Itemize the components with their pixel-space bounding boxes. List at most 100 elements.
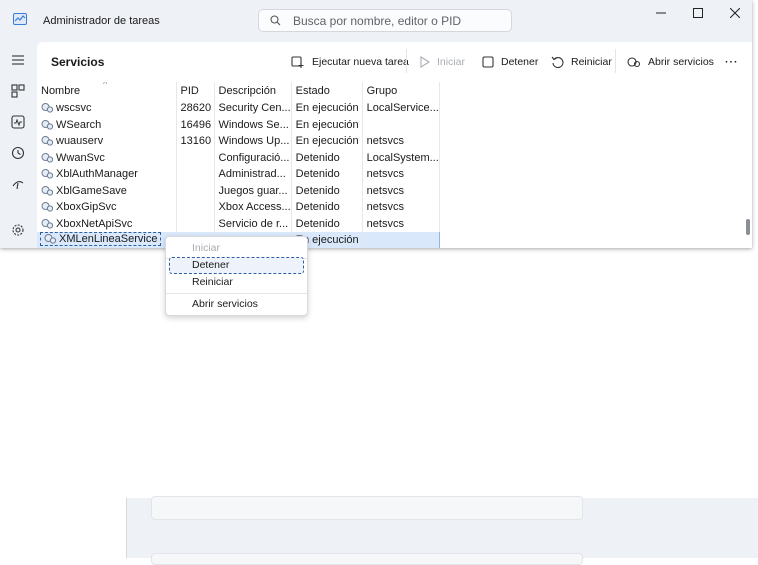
service-name: wuauserv: [56, 135, 104, 148]
cell-group: netsvcs: [362, 166, 440, 183]
cell-group: LocalService...: [362, 100, 440, 117]
cell-description: Juegos guar...: [214, 182, 292, 199]
cell-description: Servicio de r...: [214, 215, 292, 232]
column-header-name[interactable]: ^ Nombre: [37, 82, 177, 100]
cell-status: Detenido: [291, 149, 363, 166]
column-header-group[interactable]: Grupo: [362, 82, 440, 100]
focused-cell: XMLenLineaService: [39, 232, 162, 246]
table-row[interactable]: XboxNetApiSvc Servicio de r... Detenido net…: [37, 215, 440, 232]
performance-icon: [11, 115, 25, 129]
maximize-button[interactable]: [679, 0, 717, 26]
cell-name: XboxGipSvc: [37, 199, 177, 216]
cell-pid: 13160: [176, 133, 215, 150]
cell-group: netsvcs: [362, 199, 440, 216]
context-menu-open-services[interactable]: Abrir servicios: [170, 297, 303, 312]
more-options-button[interactable]: ···: [725, 53, 739, 71]
cell-name: wscsvc: [37, 100, 177, 117]
task-manager-app-icon: [13, 13, 27, 28]
cell-name: WSearch: [37, 116, 177, 133]
stop-service-button[interactable]: Detener: [482, 53, 538, 71]
window-title: Administrador de tareas: [43, 15, 160, 27]
cell-pid: [176, 182, 215, 199]
cell-group: netsvcs: [362, 182, 440, 199]
table-row[interactable]: XblAuthManager Administrad... Detenido nets…: [37, 166, 440, 183]
vertical-scrollbar-thumb[interactable]: [746, 219, 750, 235]
cell-status: En ejecución: [291, 133, 363, 150]
background-card: [151, 553, 583, 565]
cell-name: wuauserv: [37, 133, 177, 150]
start-service-button[interactable]: Iniciar: [420, 53, 465, 71]
service-name: WwanSvc: [56, 151, 105, 164]
cell-description: Security Cen...: [214, 100, 292, 117]
toolbar-divider: [406, 49, 407, 73]
service-name: WSearch: [56, 118, 102, 131]
table-row[interactable]: wscsvc 28620 Security Cen... En ejecución Lo…: [37, 100, 440, 117]
cell-name: WwanSvc: [37, 149, 177, 166]
column-header-description[interactable]: Descripción: [214, 82, 292, 100]
open-services-icon: [627, 56, 641, 69]
cell-pid: [176, 199, 215, 216]
context-menu-stop[interactable]: Detener: [169, 257, 304, 274]
column-header-label: Nombre: [41, 85, 81, 97]
cell-pid: 16496: [176, 116, 215, 133]
cell-pid: [176, 149, 215, 166]
cell-description: Windows Up...: [214, 133, 292, 150]
run-task-icon: [291, 55, 305, 69]
cell-name: XblGameSave: [37, 182, 177, 199]
column-header-pid[interactable]: PID: [176, 82, 215, 100]
processes-icon: [11, 84, 25, 98]
table-row[interactable]: wuauserv 13160 Windows Up... En ejecución ne…: [37, 133, 440, 150]
services-page: Servicios Ejecutar nueva tarea Iniciar D…: [37, 42, 752, 248]
search-input[interactable]: Busca por nombre, editor o PID: [258, 9, 512, 32]
minimize-icon: [656, 12, 666, 14]
background-area: [0, 248, 758, 565]
history-icon: [11, 146, 25, 160]
play-icon: [420, 56, 430, 68]
toolbar-divider: [615, 49, 616, 73]
cell-group: [362, 116, 440, 133]
settings-icon: [12, 224, 24, 236]
background-card: [151, 496, 583, 520]
cell-name: XblAuthManager: [37, 166, 177, 183]
nav-app-history[interactable]: [10, 145, 26, 161]
nav-settings[interactable]: [10, 222, 26, 238]
cell-group: LocalSystem...: [362, 149, 440, 166]
hamburger-menu-button[interactable]: [10, 52, 26, 68]
service-icon: [41, 185, 54, 197]
context-menu-start[interactable]: Iniciar: [170, 241, 303, 256]
search-placeholder: Busca por nombre, editor o PID: [293, 13, 462, 28]
run-new-task-button[interactable]: Ejecutar nueva tarea: [291, 53, 409, 71]
cell-name: XMLenLineaService: [37, 232, 177, 248]
restart-service-button[interactable]: Reiniciar: [551, 53, 612, 71]
nav-startup-apps[interactable]: [10, 176, 26, 192]
open-services-button[interactable]: Abrir servicios: [627, 53, 714, 71]
nav-performance[interactable]: [10, 114, 26, 130]
table-row[interactable]: XblGameSave Juegos guar... Detenido netsvcs: [37, 182, 440, 199]
service-name: XblGameSave: [56, 184, 127, 197]
hamburger-icon: [12, 55, 24, 65]
nav-processes[interactable]: [10, 83, 26, 99]
cell-description: Administrad...: [214, 166, 292, 183]
minimize-button[interactable]: [642, 0, 680, 26]
sort-ascending-icon: ^: [103, 82, 108, 89]
cell-pid: 28620: [176, 100, 215, 117]
cell-status: Detenido: [291, 166, 363, 183]
column-header-status[interactable]: Estado: [291, 82, 363, 100]
search-icon: [270, 15, 281, 26]
task-manager-window: Administrador de tareas Busca por nombre…: [0, 0, 752, 248]
context-menu: Iniciar Detener Reiniciar Abrir servicio…: [165, 236, 308, 316]
table-row[interactable]: XboxGipSvc Xbox Access... Detenido netsvcs: [37, 199, 440, 216]
cell-status: Detenido: [291, 199, 363, 216]
table-row[interactable]: WSearch 16496 Windows Se... En ejecución: [37, 116, 440, 133]
context-menu-restart[interactable]: Reiniciar: [170, 275, 303, 290]
maximize-icon: [693, 8, 703, 18]
cell-name: XboxNetApiSvc: [37, 215, 177, 232]
restart-label: Reiniciar: [571, 56, 612, 68]
service-icon: [44, 233, 57, 245]
table-row[interactable]: WwanSvc Configuració... Detenido LocalSyste…: [37, 149, 440, 166]
cell-description: Xbox Access...: [214, 199, 292, 216]
cell-group: netsvcs: [362, 133, 440, 150]
start-label: Iniciar: [437, 56, 466, 68]
close-button[interactable]: [716, 0, 752, 26]
table-header-row: ^ Nombre PID Descripción Estado Grupo: [37, 82, 440, 100]
